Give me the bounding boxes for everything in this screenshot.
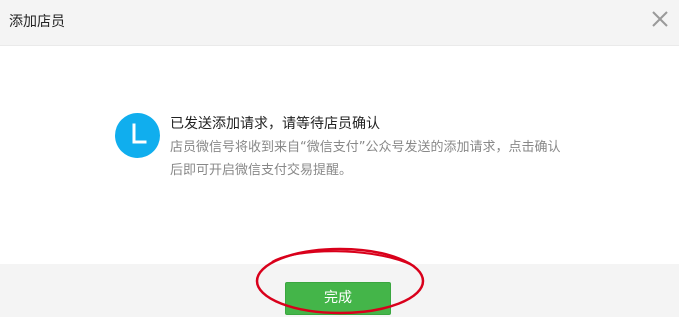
- dialog-header: 添加店员: [0, 0, 679, 46]
- dialog-body: 已发送添加请求，请等待店员确认 店员微信号将收到来自“微信支付”公众号发送的添加…: [0, 46, 679, 264]
- message-description: 店员微信号将收到来自“微信支付”公众号发送的添加请求，点击确认后即可开启微信支付…: [170, 140, 561, 178]
- dialog-title: 添加店员: [9, 14, 65, 30]
- dialog-footer: 完成: [0, 264, 679, 317]
- close-icon[interactable]: [651, 10, 669, 28]
- clock-icon: [115, 113, 160, 158]
- done-button[interactable]: 完成: [285, 282, 391, 315]
- add-staff-dialog: 添加店员 已发送添加请求，请等待店员确认 店员微信号将收到来自“微信支付”公众号…: [0, 0, 679, 317]
- message-title: 已发送添加请求，请等待店员确认: [170, 116, 380, 132]
